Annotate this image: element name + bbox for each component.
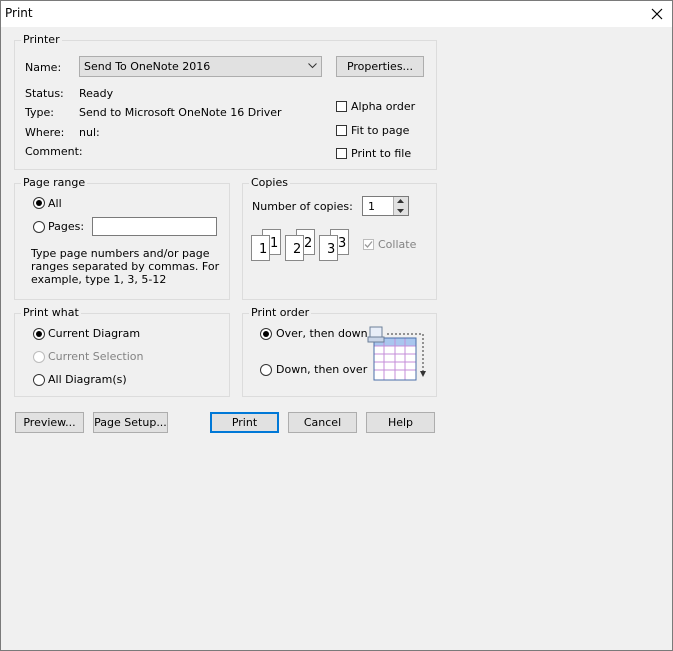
where-label: Where: <box>25 126 65 139</box>
current-diagram-label[interactable]: Current Diagram <box>48 327 140 340</box>
collate-page-number: 1 <box>259 242 268 257</box>
copies-group-label: Copies <box>249 176 290 189</box>
status-label: Status: <box>25 87 64 100</box>
page-range-pages-radio[interactable] <box>33 221 45 233</box>
collate-pages-icon: 1 1 2 2 3 3 <box>251 229 351 261</box>
printer-name-value: Send To OneNote 2016 <box>84 60 211 73</box>
close-button[interactable] <box>642 1 672 27</box>
help-button[interactable]: Help <box>366 412 435 433</box>
current-diagram-radio[interactable] <box>33 328 45 340</box>
fit-to-page-label[interactable]: Fit to page <box>351 124 409 137</box>
window-title: Print <box>5 6 33 20</box>
preview-button-label: Preview... <box>23 416 76 429</box>
print-to-file-checkbox[interactable] <box>336 148 347 159</box>
print-order-icon <box>367 326 426 381</box>
alpha-order-label[interactable]: Alpha order <box>351 100 415 113</box>
current-selection-label[interactable]: Current Selection <box>48 350 144 363</box>
collate-page-number: 3 <box>327 242 336 257</box>
collate-page-number: 2 <box>293 242 302 257</box>
copies-spinner[interactable]: 1 <box>362 196 409 216</box>
checkmark-icon <box>364 241 373 248</box>
all-diagrams-radio[interactable] <box>33 374 45 386</box>
page-range-group-label: Page range <box>21 176 88 189</box>
cancel-button[interactable]: Cancel <box>288 412 357 433</box>
print-dialog: Print Printer Name: Send To OneNote 2016… <box>0 0 673 651</box>
print-order-group-label: Print order <box>249 306 312 319</box>
printer-name-label: Name: <box>25 61 62 74</box>
copies-value: 1 <box>368 200 375 213</box>
collate-checkbox[interactable] <box>363 239 374 250</box>
help-button-label: Help <box>387 416 414 429</box>
print-button-label: Print <box>231 416 258 429</box>
properties-button[interactable]: Properties... <box>336 56 424 77</box>
fit-to-page-checkbox[interactable] <box>336 125 347 136</box>
collate-page-number: 3 <box>338 236 347 251</box>
preview-button[interactable]: Preview... <box>15 412 84 433</box>
current-selection-radio[interactable] <box>33 351 45 363</box>
down-then-over-label[interactable]: Down, then over <box>276 363 367 376</box>
arrow-down-icon <box>397 209 404 213</box>
all-diagrams-label[interactable]: All Diagram(s) <box>48 373 127 386</box>
comment-label: Comment: <box>25 145 83 158</box>
where-value: nul: <box>79 126 100 139</box>
status-value: Ready <box>79 87 114 100</box>
page-setup-button[interactable]: Page Setup... <box>93 412 168 433</box>
print-what-group-label: Print what <box>21 306 81 319</box>
page-range-help-line-3: example, type 1, 3, 5-12 <box>31 273 167 286</box>
over-then-down-label[interactable]: Over, then down <box>276 327 368 340</box>
chevron-down-icon <box>308 63 317 69</box>
type-value: Send to Microsoft OneNote 16 Driver <box>79 106 282 119</box>
collate-label[interactable]: Collate <box>378 238 416 251</box>
collate-page-number: 2 <box>304 236 313 251</box>
page-range-pages-label[interactable]: Pages: <box>48 220 84 233</box>
print-to-file-label[interactable]: Print to file <box>351 147 411 160</box>
alpha-order-checkbox[interactable] <box>336 101 347 112</box>
page-range-help-line-2: ranges separated by commas. For <box>31 260 220 273</box>
arrow-up-icon <box>397 199 404 203</box>
cancel-button-label: Cancel <box>303 416 342 429</box>
page-setup-button-label: Page Setup... <box>94 416 167 429</box>
page-range-all-radio[interactable] <box>33 197 45 209</box>
pages-input[interactable] <box>92 217 217 236</box>
collate-page-number: 1 <box>270 236 279 251</box>
print-button[interactable]: Print <box>210 412 279 433</box>
over-then-down-radio[interactable] <box>260 328 272 340</box>
page-range-help-line-1: Type page numbers and/or page <box>31 247 210 260</box>
title-bar: Print <box>1 1 672 27</box>
type-label: Type: <box>25 106 54 119</box>
properties-button-label: Properties... <box>346 60 414 73</box>
copies-down-button[interactable] <box>393 206 408 215</box>
close-icon <box>651 8 663 20</box>
down-then-over-radio[interactable] <box>260 364 272 376</box>
printer-name-select[interactable]: Send To OneNote 2016 <box>79 56 322 77</box>
number-of-copies-label: Number of copies: <box>252 200 353 213</box>
printer-group-label: Printer <box>21 33 62 46</box>
page-range-all-label[interactable]: All <box>48 197 62 210</box>
